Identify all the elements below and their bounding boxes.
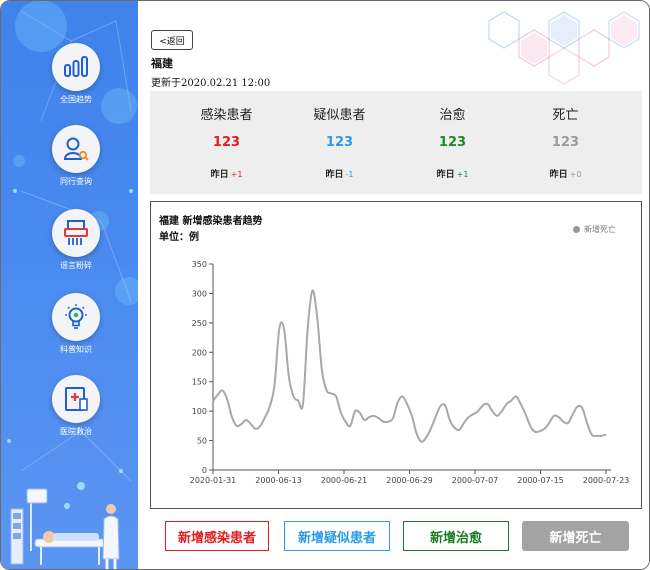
legend-marker (573, 226, 580, 233)
x-tick-label: 2000-06-13 (255, 476, 302, 485)
stat-value: 123 (325, 135, 354, 150)
new-suspected-button[interactable]: 新增疑似患者 (284, 521, 390, 551)
stat-suspected: 疑似患者 123 昨日 -1 (283, 91, 396, 194)
x-tick-label: 2000-07-07 (452, 476, 499, 485)
stat-title: 感染患者 (200, 108, 253, 123)
sidebar: 全国趋势 同行查询 谣言粉碎 科普知识 医院救治 (1, 1, 138, 569)
stat-delta: 昨日 +0 (509, 167, 622, 180)
new-cured-button[interactable]: 新增治愈 (403, 521, 509, 551)
stat-deaths: 死亡 123 昨日 +0 (509, 91, 622, 194)
sidebar-item-label: 全国趋势 (60, 95, 92, 104)
stat-title: 死亡 (552, 108, 579, 123)
sidebar-item-label: 谣言粉碎 (60, 261, 92, 270)
stat-delta-label: 昨日 (325, 170, 344, 180)
y-tick-label: 200 (192, 348, 207, 357)
hospital-icon (65, 387, 88, 411)
sidebar-item-label: 科普知识 (60, 345, 92, 354)
stat-delta-label: 昨日 (210, 170, 229, 180)
stat-cured: 治愈 123 昨日 +1 (396, 91, 509, 194)
stat-title: 疑似患者 (313, 108, 366, 123)
chart-title: 福建 新增感染患者趋势 (159, 216, 263, 227)
stat-delta-label: 昨日 (549, 170, 568, 180)
y-tick-label: 250 (192, 319, 207, 328)
chart-legend[interactable]: 新增死亡 (573, 224, 616, 235)
trend-chart: 0 50 100 150 200 250 300 350 2020-01-31 2000-06-1… (150, 201, 642, 509)
back-button[interactable]: <返回 (151, 30, 193, 50)
y-tick-label: 0 (202, 466, 207, 475)
sidebar-item-science-knowledge[interactable]: 科普知识 (1, 293, 138, 373)
lightbulb-icon (65, 304, 87, 329)
app-window: 全国趋势 同行查询 谣言粉碎 科普知识 医院救治 <返回 福建 更新于2020.… (0, 0, 650, 570)
chart-plot: 0 50 100 150 200 250 300 350 2020-01-31 2000-06-1… (190, 260, 630, 485)
nav-icon-circle (52, 209, 100, 257)
y-tick-label: 150 (192, 378, 207, 387)
stat-delta-label: 昨日 (436, 170, 455, 180)
series-line (212, 289, 607, 443)
new-infected-button[interactable]: 新增感染患者 (165, 521, 269, 551)
new-deaths-button[interactable]: 新增死亡 (522, 521, 629, 551)
y-tick-label: 300 (192, 289, 207, 298)
nav-icon-circle (52, 293, 100, 341)
user-search-icon (63, 137, 89, 161)
hexagon-decoration (488, 11, 640, 85)
shredder-icon (64, 220, 88, 245)
sidebar-item-peer-query[interactable]: 同行查询 (1, 125, 138, 205)
stats-panel: 感染患者 123 昨日 +1 疑似患者 123 昨日 -1 治愈 123 昨日 +1 死亡 123 昨日 +0 (150, 91, 642, 194)
nav-icon-circle (52, 375, 100, 423)
sidebar-item-rumor-busting[interactable]: 谣言粉碎 (1, 209, 138, 289)
stat-value: 123 (438, 135, 467, 150)
nav-icon-circle (52, 125, 100, 173)
stat-delta-value: +0 (569, 170, 582, 179)
x-tick-label: 2000-06-29 (386, 476, 433, 485)
stat-value: 123 (551, 135, 580, 150)
sidebar-item-label: 同行查询 (60, 177, 92, 186)
y-tick-label: 350 (192, 260, 207, 269)
x-tick-label: 2000-06-21 (321, 476, 368, 485)
x-tick-label: 2020-01-31 (190, 476, 237, 485)
sidebar-item-national-trend[interactable]: 全国趋势 (1, 43, 138, 123)
nav-icon-circle (52, 43, 100, 91)
stat-value: 123 (212, 135, 241, 150)
stat-delta: 昨日 -1 (283, 167, 396, 180)
main-panel: <返回 福建 更新于2020.02.21 12:00 感染患者 123 昨日 +1 疑似… (138, 1, 649, 569)
legend-label: 新增死亡 (584, 225, 616, 234)
x-tick-label: 2000-07-23 (583, 476, 630, 485)
stat-delta: 昨日 +1 (396, 167, 509, 180)
update-timestamp: 更新于2020.02.21 12:00 (151, 78, 271, 89)
stat-delta-value: +1 (230, 170, 243, 179)
sidebar-item-label: 医院救治 (60, 427, 92, 436)
y-tick-label: 50 (197, 437, 207, 446)
stat-delta: 昨日 +1 (170, 167, 283, 180)
stat-infected: 感染患者 123 昨日 +1 (170, 91, 283, 194)
sidebar-item-hospital-treatment[interactable]: 医院救治 (1, 375, 138, 455)
stat-title: 治愈 (439, 108, 466, 123)
y-tick-label: 100 (192, 407, 207, 416)
stat-delta-value: +1 (456, 170, 469, 179)
bar-chart-icon (64, 56, 88, 77)
hospital-bed-illustration (10, 488, 120, 569)
page-title: 福建 (151, 57, 173, 70)
stat-delta-value: -1 (345, 170, 354, 179)
x-tick-label: 2000-07-15 (517, 476, 564, 485)
chart-unit-label: 单位：例 (159, 232, 199, 243)
